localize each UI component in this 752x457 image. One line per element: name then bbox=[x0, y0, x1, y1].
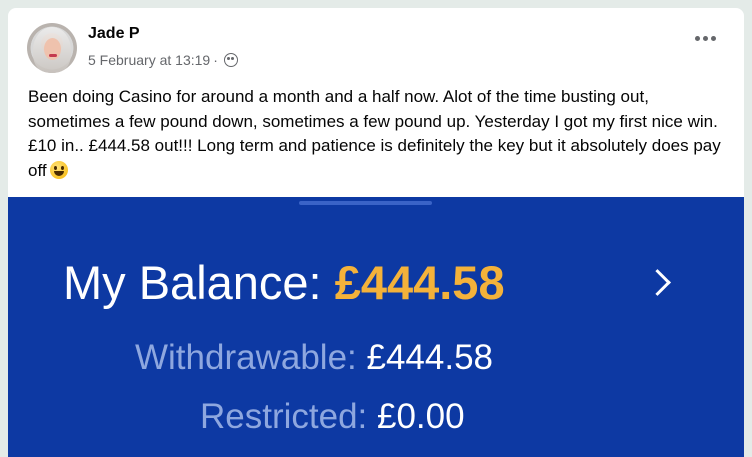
grinning-face-emoji bbox=[49, 160, 68, 179]
post-date[interactable]: 5 February at 13:19 bbox=[88, 52, 210, 68]
post-text: Been doing Casino for around a month and… bbox=[28, 87, 721, 180]
balance-amount: £444.58 bbox=[334, 256, 505, 309]
withdrawable-row: Withdrawable: £444.58 bbox=[135, 338, 493, 378]
author-avatar[interactable] bbox=[27, 23, 77, 73]
balance-row: My Balance: £444.58 bbox=[63, 255, 505, 310]
post-body: Been doing Casino for around a month and… bbox=[28, 85, 728, 183]
more-options-icon bbox=[695, 36, 700, 41]
photo-top-bar bbox=[299, 201, 432, 205]
more-options-icon bbox=[711, 36, 716, 41]
post-meta: 5 February at 13:19 · bbox=[88, 52, 238, 68]
restricted-amount: £0.00 bbox=[377, 397, 465, 436]
meta-separator: · bbox=[213, 52, 218, 68]
more-options-button[interactable] bbox=[695, 36, 716, 41]
friends-icon[interactable] bbox=[223, 53, 238, 67]
restricted-label: Restricted: bbox=[200, 397, 377, 436]
avatar-lips bbox=[49, 54, 57, 57]
withdrawable-label: Withdrawable: bbox=[135, 338, 367, 377]
chevron-right-icon bbox=[644, 269, 671, 296]
balance-label: My Balance: bbox=[63, 256, 335, 309]
more-options-icon bbox=[703, 36, 708, 41]
facebook-post: Jade P 5 February at 13:19 · Been doing … bbox=[8, 8, 744, 457]
post-photo[interactable]: My Balance: £444.58 Withdrawable: £444.5… bbox=[8, 197, 744, 457]
restricted-row: Restricted: £0.00 bbox=[200, 397, 465, 437]
withdrawable-amount: £444.58 bbox=[366, 338, 494, 377]
author-name[interactable]: Jade P bbox=[88, 25, 140, 43]
